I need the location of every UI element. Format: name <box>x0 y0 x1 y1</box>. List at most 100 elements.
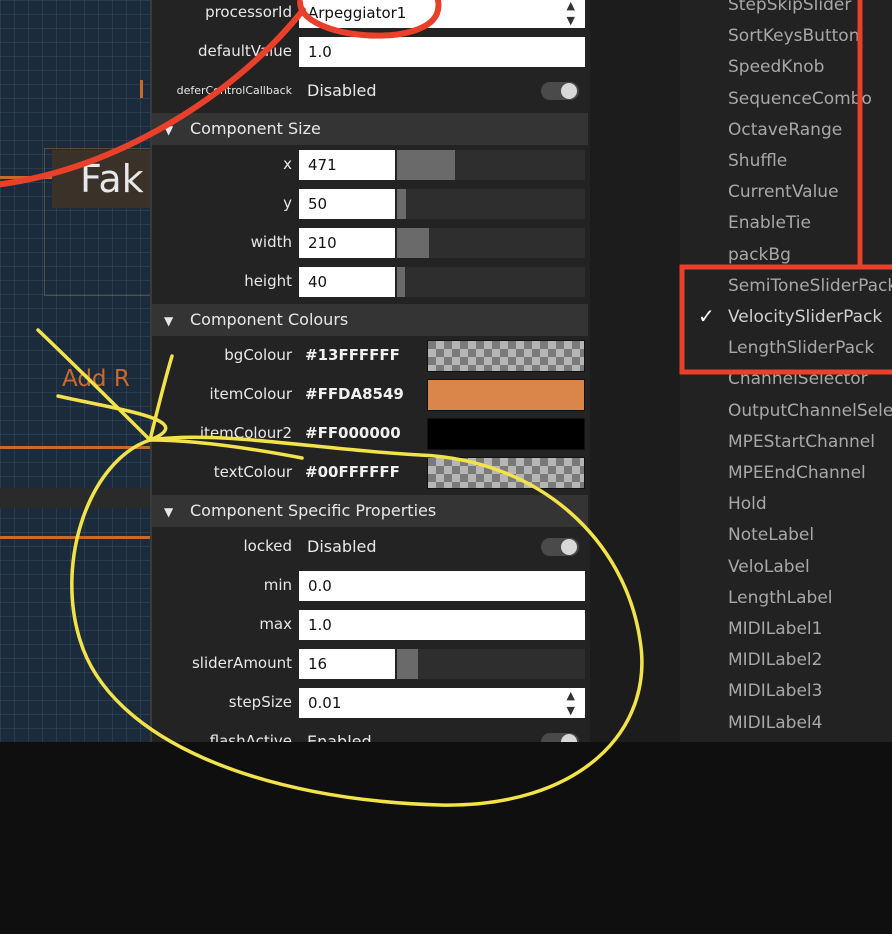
property-label: locked <box>243 537 293 555</box>
toggle-knob <box>561 734 577 742</box>
component-list-item[interactable]: MPEEndChannel <box>728 458 866 488</box>
component-list-item[interactable]: MIDILabel4 <box>728 708 822 738</box>
canvas-guide-line <box>0 536 150 539</box>
component-list-item[interactable]: LengthSliderPack <box>728 333 874 363</box>
property-label: deferControlCallback <box>176 84 292 97</box>
slider-amount-slider[interactable] <box>397 649 585 679</box>
property-label: itemColour2 <box>199 424 292 442</box>
colour-row-item: itemColour #FFDA8549 <box>152 375 588 414</box>
defer-callback-value: Disabled <box>307 81 377 100</box>
component-list-item[interactable]: MPEStartChannel <box>728 427 875 457</box>
flash-active-row: flashActive Enabled <box>152 722 588 742</box>
property-label: y <box>283 194 292 212</box>
section-header-size[interactable]: ▼ Component Size <box>152 113 588 145</box>
colour-hex-value: #FFDA8549 <box>305 385 404 403</box>
interface-canvas[interactable]: Fak Add R <box>0 0 156 742</box>
colour-swatch[interactable] <box>427 379 585 411</box>
processor-id-row: processorId Arpeggiator1 ▲ ▼ <box>152 0 588 32</box>
size-row-width: width 210 <box>152 223 588 262</box>
y-input[interactable]: 50 <box>299 189 395 219</box>
property-label: processorId <box>205 3 292 21</box>
colour-swatch[interactable] <box>427 457 585 489</box>
slider-fill <box>397 649 418 679</box>
max-input[interactable]: 1.0 <box>299 610 585 640</box>
component-list-item[interactable]: SemiToneSliderPack <box>728 271 892 301</box>
select-arrows-icon: ▲ ▼ <box>566 0 575 27</box>
toggle-knob <box>561 539 577 555</box>
width-input[interactable]: 210 <box>299 228 395 258</box>
canvas-fake-button[interactable]: Fak <box>52 150 152 208</box>
height-slider[interactable] <box>397 267 585 297</box>
component-list-item[interactable]: SortKeysButton <box>728 21 859 51</box>
colour-hex-value: #FF000000 <box>305 424 401 442</box>
width-slider[interactable] <box>397 228 585 258</box>
component-list-item[interactable]: Hold <box>728 489 767 519</box>
min-row: min 0.0 <box>152 566 588 605</box>
canvas-fake-label: Fak <box>80 157 144 201</box>
component-list-item[interactable]: OctaveRange <box>728 115 842 145</box>
section-title: Component Specific Properties <box>190 501 437 520</box>
size-row-y: y 50 <box>152 184 588 223</box>
collapse-triangle-icon: ▼ <box>164 314 174 328</box>
component-list-item[interactable]: VeloLabel <box>728 552 810 582</box>
property-label: itemColour <box>209 385 292 403</box>
toggle-knob <box>561 83 577 99</box>
size-row-height: height 40 <box>152 262 588 301</box>
step-size-select[interactable]: 0.01 ▲ ▼ <box>299 688 585 718</box>
colour-swatch[interactable] <box>427 340 585 372</box>
locked-value: Disabled <box>307 537 377 556</box>
component-list-item[interactable]: MIDILabel2 <box>728 645 822 675</box>
property-label: bgColour <box>224 346 292 364</box>
property-label: stepSize <box>228 693 292 711</box>
processor-id-select[interactable]: Arpeggiator1 ▲ ▼ <box>299 0 585 28</box>
defer-callback-row: deferControlCallback Disabled <box>152 71 588 110</box>
checkmark-icon: ✓ <box>698 304 715 328</box>
x-slider[interactable] <box>397 150 585 180</box>
default-value-input[interactable]: 1.0 <box>299 37 585 67</box>
property-label: min <box>263 576 292 594</box>
component-list-item[interactable]: packBg <box>728 240 791 270</box>
property-panel: processorId Arpeggiator1 ▲ ▼ defaultValue… <box>150 0 590 742</box>
height-input[interactable]: 40 <box>299 267 395 297</box>
section-header-specific[interactable]: ▼ Component Specific Properties <box>152 495 588 527</box>
property-label: sliderAmount <box>191 654 292 672</box>
canvas-guide-line <box>0 446 150 449</box>
colour-hex-value: #13FFFFFF <box>305 346 400 364</box>
step-size-value: 0.01 <box>308 694 342 712</box>
component-list-item[interactable]: OutputChannelSelector <box>728 396 892 426</box>
slider-amount-input[interactable]: 16 <box>299 649 395 679</box>
component-list-item[interactable]: NoteLabel <box>728 520 814 550</box>
defer-callback-toggle[interactable] <box>541 82 579 100</box>
component-list-item[interactable]: SequenceCombo <box>728 84 872 114</box>
component-list-item[interactable]: LengthLabel <box>728 583 833 613</box>
slider-fill <box>397 150 456 180</box>
property-label: defaultValue <box>198 42 292 60</box>
locked-toggle[interactable] <box>541 538 579 556</box>
component-list-item[interactable]: MIDILabel3 <box>728 676 822 706</box>
component-list-item[interactable]: SpeedKnob <box>728 52 824 82</box>
component-list-item[interactable]: VelocitySliderPack <box>728 302 882 332</box>
property-label: max <box>259 615 292 633</box>
y-slider[interactable] <box>397 189 585 219</box>
component-list-item[interactable]: MIDILabel1 <box>728 614 822 644</box>
property-label: width <box>250 233 292 251</box>
section-header-colours[interactable]: ▼ Component Colours <box>152 304 588 336</box>
property-label: x <box>283 155 292 173</box>
component-list-item[interactable]: ChannelSelector <box>728 364 868 394</box>
min-input[interactable]: 0.0 <box>299 571 585 601</box>
section-title: Component Colours <box>190 310 349 329</box>
x-input[interactable]: 471 <box>299 150 395 180</box>
flash-active-toggle[interactable] <box>541 733 579 742</box>
canvas-add-label: Add R <box>62 366 130 392</box>
default-value-row: defaultValue 1.0 <box>152 32 588 71</box>
component-list-item[interactable]: CurrentValue <box>728 177 839 207</box>
colour-row-text: textColour #00FFFFFF <box>152 453 588 492</box>
canvas-marker <box>140 80 143 98</box>
slider-fill <box>397 189 407 219</box>
slider-fill <box>397 267 405 297</box>
component-list-item[interactable]: StepSkipSlider <box>728 0 851 20</box>
component-list-item[interactable]: EnableTie <box>728 208 811 238</box>
colour-swatch[interactable] <box>427 418 585 450</box>
section-title: Component Size <box>190 119 321 138</box>
component-list-item[interactable]: Shuffle <box>728 146 787 176</box>
